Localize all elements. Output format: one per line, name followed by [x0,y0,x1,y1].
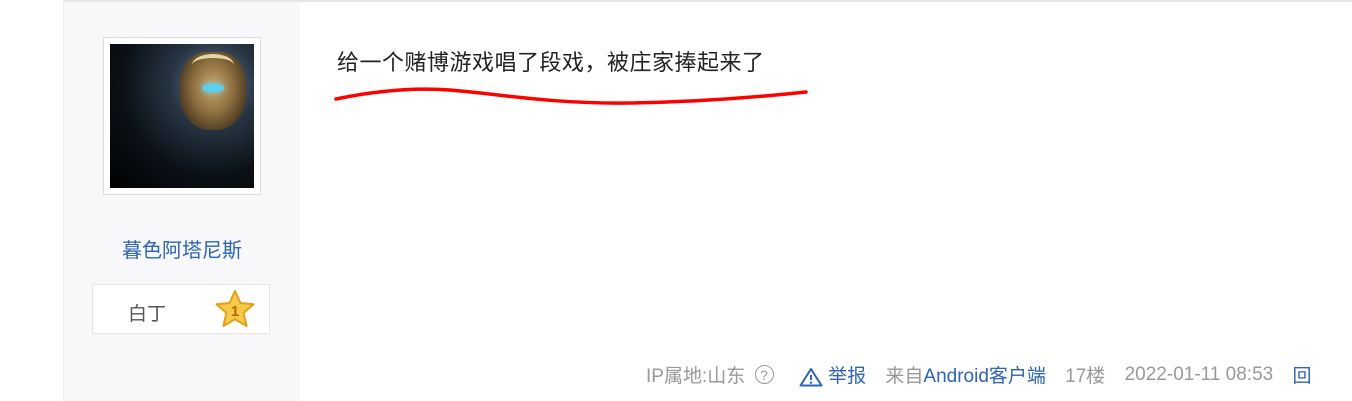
report-button[interactable]: 举报 [799,361,866,388]
avatar-glowing-eyes [202,84,224,92]
post-source: 来自Android客户端 [885,361,1046,388]
question-circle-icon[interactable]: ? [754,365,774,384]
reply-button[interactable]: 回 [1292,361,1311,388]
source-prefix: 来自 [885,366,924,387]
avatar[interactable] [110,44,254,188]
report-label: 举报 [828,366,867,387]
warning-triangle-icon [799,367,823,387]
floor-number: 17楼 [1065,366,1106,387]
post-meta-bar: IP属地:山东 ? 举报 来自Android客户端 17楼 2022-01-11… [646,361,1312,388]
post-datetime: 2022-01-11 08:53 [1124,363,1274,385]
author-name-link[interactable]: 暮色阿塔尼斯 [64,234,300,263]
avatar-helmet-crest [192,54,234,76]
level-number: 1 [231,303,239,320]
post-content-text: 给一个赌博游戏唱了段戏，被庄家捧起来了 [337,50,765,75]
avatar-frame[interactable] [103,37,261,195]
star-icon: 1 [215,290,255,327]
client-link[interactable]: Android客户端 [923,366,1046,387]
rank-badge[interactable]: 白丁 1 [92,284,270,334]
rank-label: 白丁 [128,304,167,325]
author-sidebar: 暮色阿塔尼斯 白丁 1 [64,2,300,401]
ip-location: IP属地:山东 [646,366,746,387]
red-underline-annotation [334,87,808,105]
left-gutter [0,0,64,401]
